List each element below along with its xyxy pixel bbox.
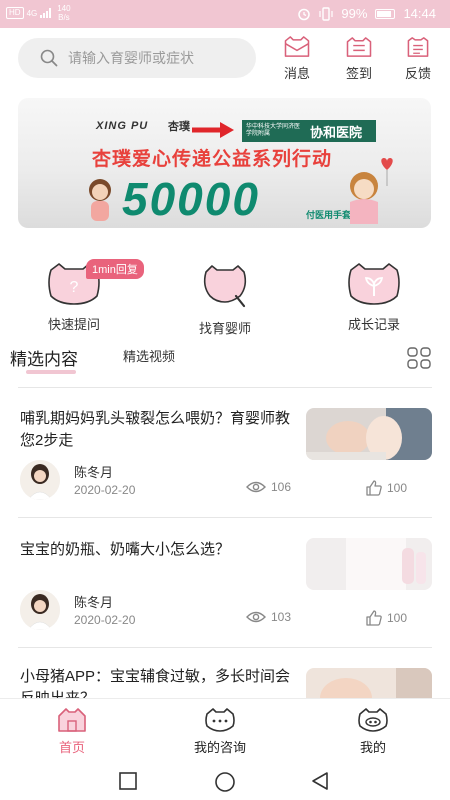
article-thumbnail[interactable]	[306, 538, 432, 590]
avatar[interactable]	[20, 460, 60, 500]
doll-left-illustration	[89, 179, 111, 221]
heart-balloon-illustration	[381, 158, 393, 186]
breastfeeding-photo	[306, 408, 432, 460]
baby-photo	[306, 668, 432, 698]
grid-view-icon[interactable]	[407, 347, 431, 369]
likes-count: 100	[387, 611, 408, 625]
tab-active-indicator	[26, 370, 76, 374]
banner-partner-name: 协和医院	[310, 124, 363, 140]
nav-consultations[interactable]: 我的咨询	[194, 707, 246, 756]
nav-consultations-label: 我的咨询	[194, 740, 247, 755]
checkin-label: 签到	[345, 66, 372, 81]
article-title[interactable]: 哺乳期妈妈乳头皲裂怎么喂奶？育婴师教您2步走	[20, 408, 300, 452]
net-speed-value: 140	[57, 4, 71, 13]
battery-icon	[375, 8, 396, 19]
views-count: 103	[271, 610, 292, 624]
article-views: 103	[246, 610, 291, 624]
svg-text:?: ?	[70, 279, 79, 296]
status-left: HD 4G 140 B/s	[6, 4, 71, 22]
eye-icon	[246, 611, 266, 623]
banner-number: 50000	[122, 173, 260, 225]
avatar[interactable]	[20, 590, 60, 630]
article-divider	[18, 517, 432, 518]
status-bar: HD 4G 140 B/s 99% 14:44	[0, 0, 450, 28]
sprout-icon	[348, 263, 400, 305]
article-thumbnail[interactable]	[306, 408, 432, 460]
thumbs-up-icon	[366, 480, 382, 496]
battery-percent: 99%	[341, 6, 368, 21]
recents-icon[interactable]	[119, 772, 137, 790]
home-icon	[58, 708, 86, 732]
signal-indicator: 4G	[26, 8, 38, 18]
banner-partner-small: 华中科技大学同济医学院附属	[246, 124, 301, 137]
search-bar[interactable]	[18, 38, 256, 78]
feedback-icon	[407, 37, 429, 57]
like-button[interactable]: 100	[366, 610, 407, 626]
search-bubble-icon	[203, 265, 247, 308]
messages-button[interactable]: 消息	[272, 36, 322, 82]
feedback-label: 反馈	[404, 66, 431, 81]
search-input[interactable]	[68, 50, 238, 66]
views-count: 106	[271, 480, 292, 494]
tab-featured-content[interactable]: 精选内容	[10, 345, 78, 370]
article-title[interactable]: 小母猪APP：宝宝辅食过敏，多长时间会反映出来？	[20, 666, 300, 698]
profile-face-icon	[358, 708, 388, 732]
article-author: 陈冬月	[74, 595, 114, 610]
hd-indicator: HD	[6, 7, 24, 19]
chat-bubble-icon	[205, 708, 235, 732]
nav-profile[interactable]: 我的	[356, 707, 390, 756]
article-date: 2020-02-20	[74, 483, 136, 497]
calendar-icon	[346, 37, 372, 57]
net-speed: 140 B/s	[57, 4, 70, 22]
home-circle-icon[interactable]	[214, 771, 236, 793]
find-caregiver-button[interactable]: 找育婴师	[185, 262, 265, 337]
envelope-icon	[284, 36, 310, 57]
nav-home[interactable]: 首页	[56, 707, 88, 756]
article-thumbnail[interactable]	[306, 668, 432, 698]
banner-brand-cn: 杏璞	[168, 121, 190, 133]
bottom-navigation: 首页 我的咨询 我的	[0, 698, 450, 762]
growth-record-button[interactable]: 成长记录	[334, 262, 414, 333]
tabs-divider	[18, 387, 432, 388]
baby-bottle-photo	[306, 538, 432, 590]
quick-ask-label: 快速提问	[47, 317, 100, 332]
arrow-right-icon	[192, 122, 234, 138]
alarm-icon	[298, 8, 311, 20]
banner-partner-logo: 华中科技大学同济医学院附属 协和医院	[242, 120, 376, 142]
clock: 14:44	[403, 6, 436, 21]
article-title[interactable]: 宝宝的奶瓶、奶嘴大小怎么选？	[20, 539, 300, 561]
banner-headline: 杏璞爱心传递公益系列行动	[92, 149, 333, 170]
like-button[interactable]: 100	[366, 480, 407, 496]
status-right: 99% 14:44	[297, 6, 436, 21]
tab-featured-videos[interactable]: 精选视频	[123, 346, 175, 365]
system-navigation-bar	[0, 762, 450, 800]
find-caregiver-label: 找育婴师	[198, 321, 251, 336]
banner-brand-en: XING PU	[96, 120, 149, 132]
article-author: 陈冬月	[74, 465, 114, 480]
promo-banner[interactable]: XING PU 杏璞 华中科技大学同济医学院附属 协和医院 杏璞爱心传递公益系列…	[18, 98, 431, 228]
signal-icon	[40, 8, 52, 18]
article-date: 2020-02-20	[74, 613, 136, 627]
net-speed-unit: B/s	[58, 13, 70, 22]
reply-badge: 1min回复	[86, 259, 144, 279]
search-icon	[40, 49, 58, 67]
back-icon[interactable]	[311, 771, 329, 791]
eye-icon	[246, 481, 266, 493]
author-avatar-photo	[20, 590, 60, 630]
feedback-button[interactable]: 反馈	[393, 36, 443, 82]
thumbs-up-icon	[366, 610, 382, 626]
author-avatar-photo	[20, 460, 60, 500]
article-views: 106	[246, 480, 291, 494]
likes-count: 100	[387, 481, 408, 495]
article-divider	[18, 647, 432, 648]
nav-profile-label: 我的	[359, 740, 386, 755]
messages-label: 消息	[283, 66, 310, 81]
vibrate-icon	[319, 6, 334, 21]
checkin-button[interactable]: 签到	[334, 36, 384, 82]
growth-record-label: 成长记录	[347, 317, 400, 332]
nav-home-label: 首页	[58, 740, 85, 755]
